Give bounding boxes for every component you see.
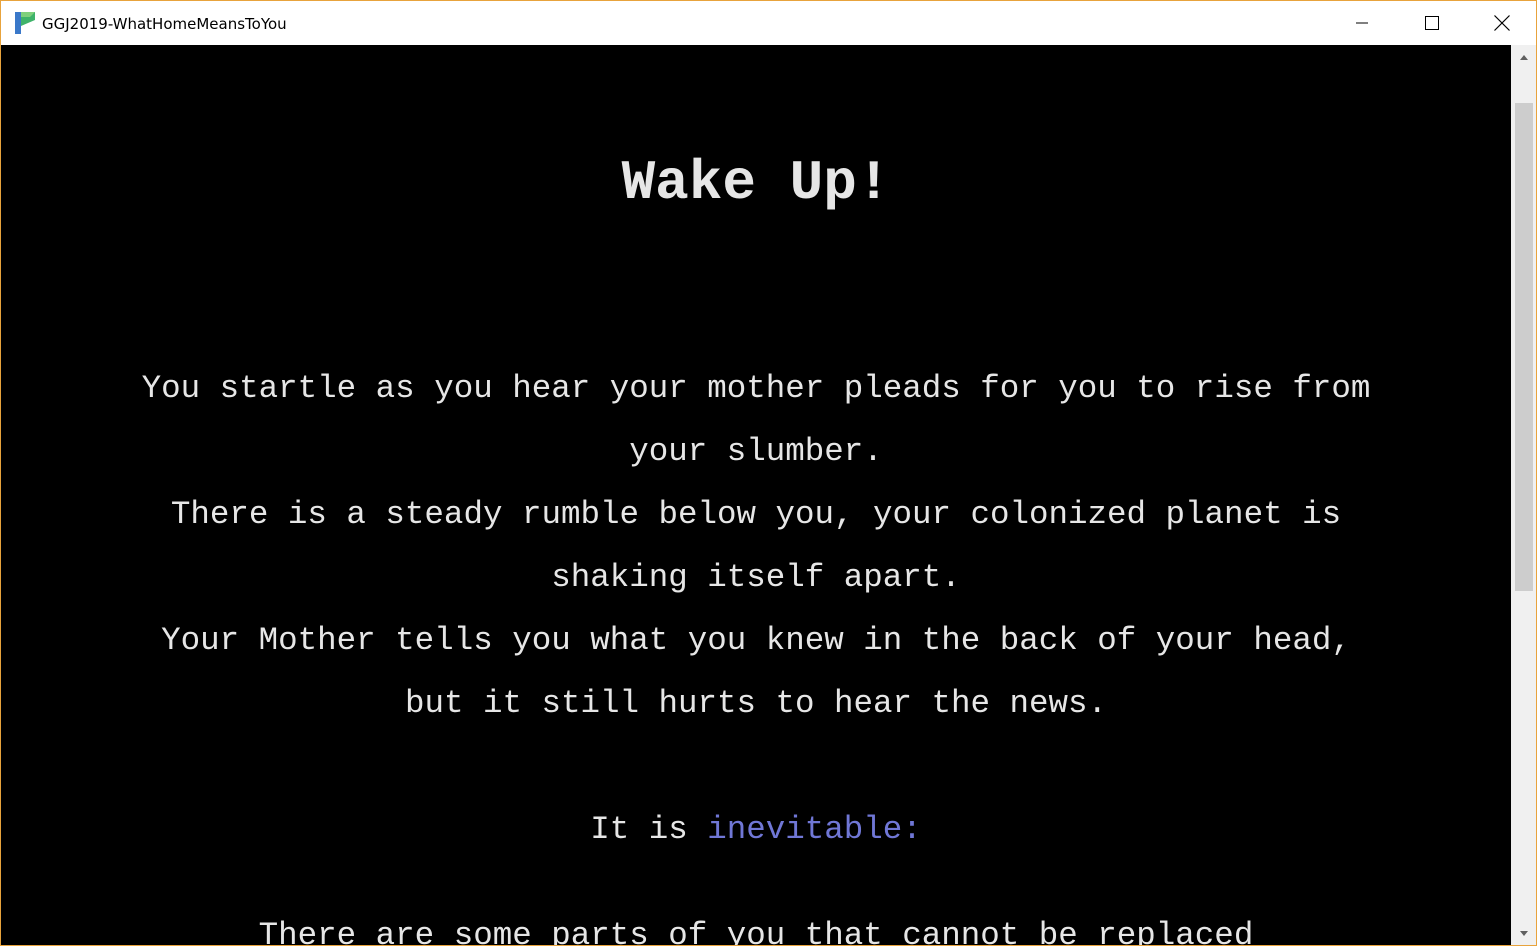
- scroll-up-button[interactable]: [1511, 45, 1536, 70]
- close-button[interactable]: [1467, 1, 1536, 45]
- story-paragraph: You startle as you hear your mother plea…: [141, 370, 1371, 470]
- choice-link[interactable]: inevitable:: [707, 811, 922, 848]
- story-paragraph: There is a steady rumble below you, your…: [170, 496, 1342, 596]
- story-continuation: There are some parts of you that cannot …: [131, 914, 1381, 945]
- story-text: You startle as you hear your mother plea…: [131, 357, 1381, 861]
- maximize-icon: [1424, 16, 1439, 30]
- scroll-thumb[interactable]: [1515, 103, 1533, 591]
- story-paragraph-partial: There are some parts of you that cannot …: [258, 917, 1254, 945]
- vertical-scrollbar[interactable]: [1511, 45, 1536, 945]
- app-window: GGJ2019-WhatHomeMeansToYou Wake Up! You …: [0, 0, 1537, 946]
- minimize-button[interactable]: [1327, 1, 1396, 45]
- close-icon: [1493, 15, 1510, 31]
- page-title: Wake Up!: [621, 151, 891, 215]
- story-view: Wake Up! You startle as you hear your mo…: [1, 45, 1511, 945]
- choice-prefix: It is: [590, 811, 708, 848]
- minimize-icon: [1355, 22, 1368, 24]
- arrow-down-icon: [1519, 930, 1528, 936]
- app-icon: [15, 12, 35, 34]
- title-bar[interactable]: GGJ2019-WhatHomeMeansToYou: [1, 1, 1536, 45]
- maximize-button[interactable]: [1397, 1, 1466, 45]
- arrow-up-icon: [1519, 54, 1528, 60]
- story-paragraph: Your Mother tells you what you knew in t…: [161, 622, 1351, 722]
- choice-line: It is inevitable:: [131, 798, 1381, 861]
- scroll-down-button[interactable]: [1511, 920, 1536, 945]
- window-title: GGJ2019-WhatHomeMeansToYou: [42, 15, 287, 33]
